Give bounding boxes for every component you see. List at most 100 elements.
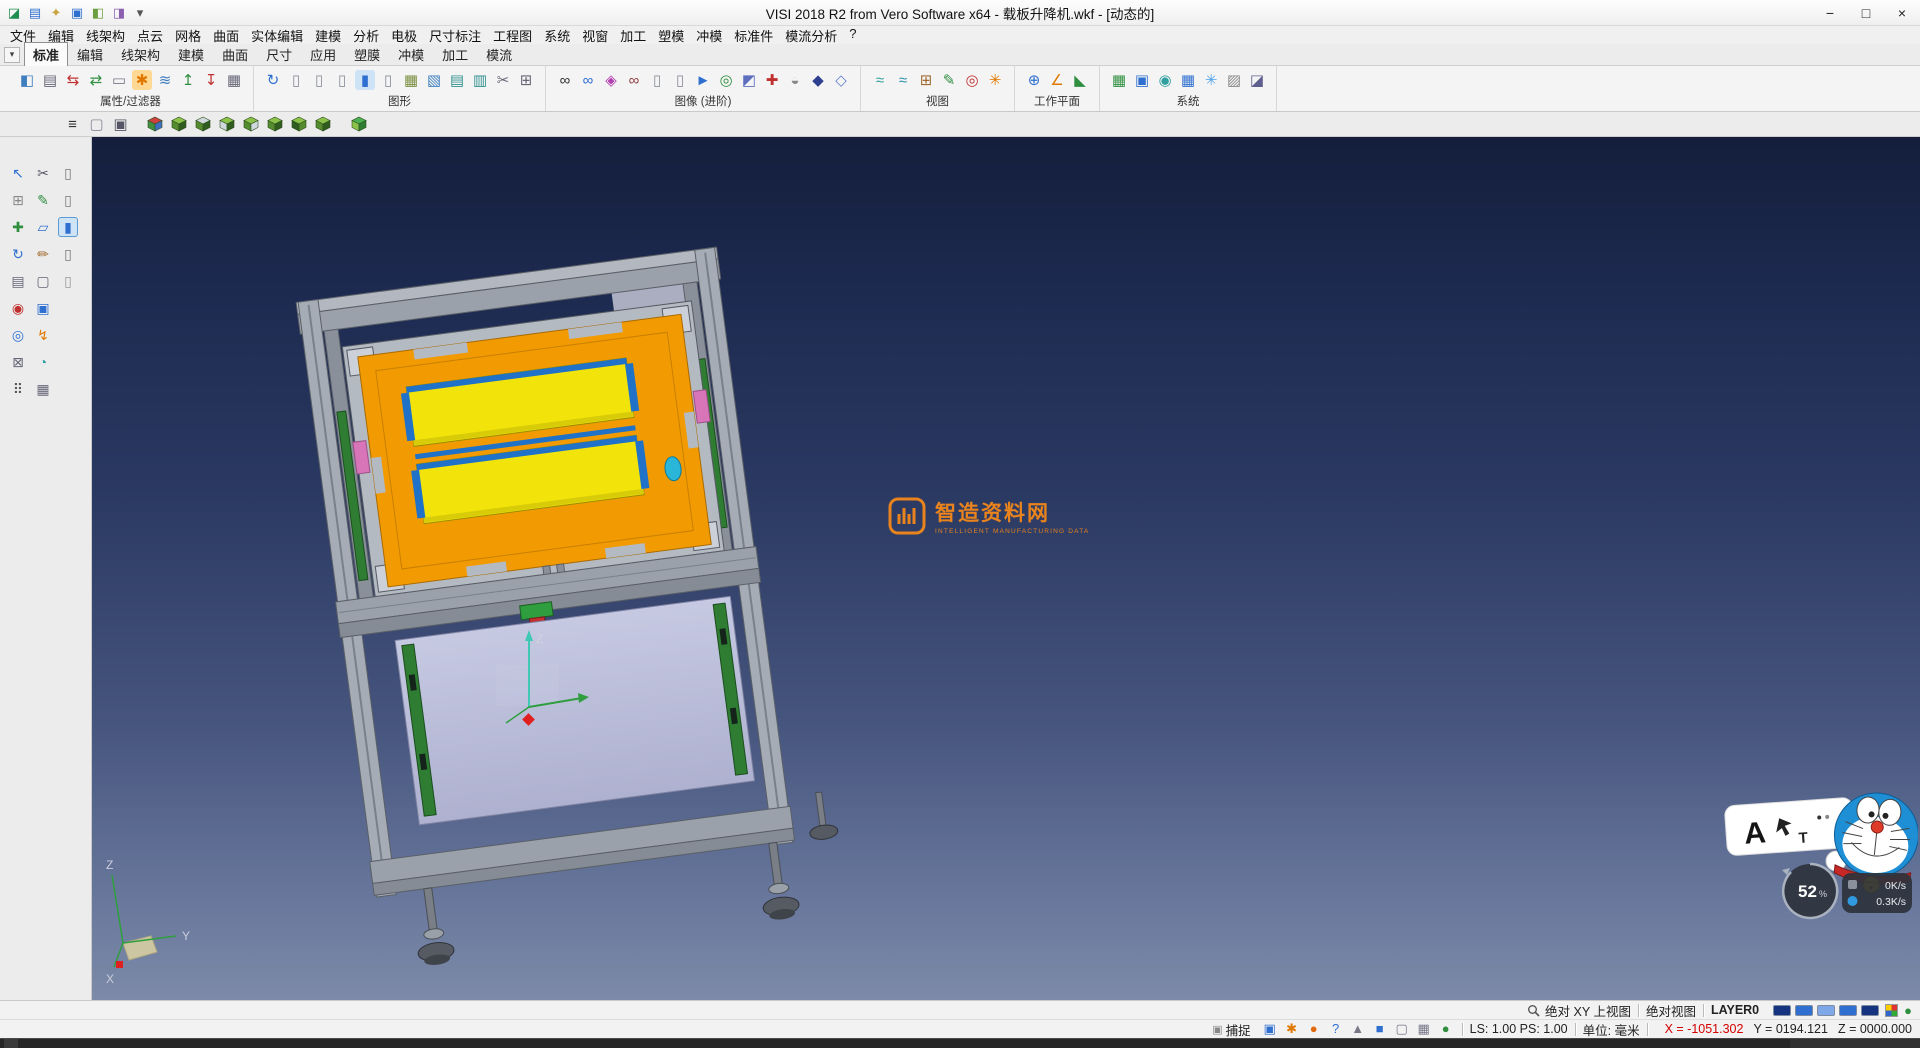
toolbar-icon[interactable]: ✳ [985, 70, 1005, 90]
toolbar-icon[interactable]: ⇄ [86, 70, 106, 90]
ribbon-tab[interactable]: 曲面 [213, 42, 257, 67]
ribbon-tab[interactable]: 编辑 [68, 42, 112, 67]
taskbar-tray-hint[interactable] [1790, 1039, 1920, 1048]
toolbar-icon[interactable]: ▥ [470, 70, 490, 90]
ribbon-tab[interactable]: 建模 [169, 42, 213, 67]
color-swatch[interactable] [1773, 1005, 1791, 1016]
toolbar-icon[interactable]: ⊕ [1024, 70, 1044, 90]
layer-label[interactable]: LAYER0 [1711, 1003, 1759, 1017]
quick-access-icon[interactable]: ◧ [90, 6, 106, 19]
toolbar-icon[interactable]: ◇ [831, 70, 851, 90]
maximize-button[interactable]: □ [1848, 0, 1884, 25]
toolbar-icon[interactable]: ✚ [762, 70, 782, 90]
status-icon[interactable]: ▲ [1349, 1021, 1367, 1037]
taskbar-start-hint[interactable] [4, 1039, 18, 1048]
color-swatch[interactable] [1817, 1005, 1835, 1016]
taskbar-sliver[interactable] [0, 1038, 1920, 1048]
status-icon[interactable]: ▢ [1393, 1021, 1411, 1037]
side-tool-icon[interactable]: ◔ [33, 352, 53, 372]
toolbar-icon[interactable]: ≈ [893, 70, 913, 90]
toolbar-icon[interactable]: ▦ [224, 70, 244, 90]
toolbar-icon[interactable]: ≋ [155, 70, 175, 90]
ribbon-tab[interactable]: 线架构 [112, 42, 169, 67]
side-tool-icon[interactable]: ⊞ [8, 190, 28, 210]
toolbar-icon[interactable]: ▨ [1224, 70, 1244, 90]
side-tool-icon[interactable]: ↯ [33, 325, 53, 345]
menu-item[interactable]: 标准件 [728, 25, 779, 46]
view-cube-icon[interactable] [216, 114, 237, 135]
side-tool-icon[interactable]: ▢ [33, 271, 53, 291]
side-tool-icon[interactable]: ⠿ [8, 379, 28, 399]
ribbon-tab[interactable]: 标准 [24, 42, 68, 67]
status-icon[interactable]: ✱ [1283, 1021, 1301, 1037]
view-mode-label[interactable]: 绝对 XY 上视图 [1545, 1001, 1631, 1020]
ribbon-tab[interactable]: 塑膜 [345, 42, 389, 67]
menu-item[interactable]: 加工 [614, 25, 652, 46]
toolbar-icon[interactable]: ▯ [286, 70, 306, 90]
toolbar-icon[interactable]: ◉ [1155, 70, 1175, 90]
toolbar-icon[interactable]: ▯ [670, 70, 690, 90]
quick-access-icon[interactable]: ◪ [6, 6, 22, 19]
toolbar-icon[interactable]: ∞ [578, 70, 598, 90]
toolbar-icon[interactable]: ⊞ [516, 70, 536, 90]
ribbon-tab[interactable]: 模流 [477, 42, 521, 67]
toolbar-icon[interactable]: ✎ [939, 70, 959, 90]
ribbon-tab[interactable]: 尺寸 [257, 42, 301, 67]
color-swatch[interactable] [1795, 1005, 1813, 1016]
toolbar-icon[interactable]: ↥ [178, 70, 198, 90]
view-cube-icon[interactable] [288, 114, 309, 135]
status-icon[interactable]: ● [1437, 1021, 1455, 1037]
color-swatch[interactable] [1861, 1005, 1879, 1016]
toolbar-icon[interactable]: ◎ [962, 70, 982, 90]
menu-item[interactable]: 塑模 [652, 25, 690, 46]
menu-item[interactable]: 模流分析 [779, 25, 843, 46]
toolbar-icon[interactable]: ▯ [378, 70, 398, 90]
toolbar-icon[interactable]: ▭ [109, 70, 129, 90]
side-tool-icon[interactable]: ▮ [58, 217, 78, 237]
toolbar-icon[interactable]: ◧ [17, 70, 37, 90]
quick-access-icon[interactable]: ▤ [27, 6, 43, 19]
side-tool-icon[interactable]: ↻ [8, 244, 28, 264]
toolbar-icon[interactable]: ◒ [785, 70, 805, 90]
toolbar-icon[interactable]: ◪ [1247, 70, 1267, 90]
absolute-view-label[interactable]: 绝对视图 [1646, 1001, 1696, 1020]
side-tool-icon[interactable]: ▯ [58, 190, 78, 210]
toolbar-icon[interactable]: ∞ [555, 70, 575, 90]
side-tool-icon[interactable]: ✏ [33, 244, 53, 264]
view-cube-icon[interactable] [144, 114, 165, 135]
toolbar-icon[interactable]: ⊞ [916, 70, 936, 90]
search-icon[interactable] [1527, 1004, 1540, 1017]
side-tool-icon[interactable]: ▦ [33, 379, 53, 399]
status-icon[interactable]: ▦ [1415, 1021, 1433, 1037]
menu-item[interactable]: ? [843, 25, 862, 46]
toolbar-icon[interactable]: ▧ [424, 70, 444, 90]
side-tool-icon[interactable]: ▱ [33, 217, 53, 237]
minimize-button[interactable]: − [1812, 0, 1848, 25]
status-icon[interactable]: ▣ [1261, 1021, 1279, 1037]
toolbar-icon[interactable]: ≈ [870, 70, 890, 90]
side-tool-icon[interactable]: ◎ [8, 325, 28, 345]
view-toolbar-icon[interactable]: ▣ [110, 114, 131, 135]
side-tool-icon[interactable]: ◉ [8, 298, 28, 318]
view-cube-icon[interactable] [312, 114, 333, 135]
toolbar-icon[interactable]: ▣ [1132, 70, 1152, 90]
view-toolbar-icon[interactable]: ≡ [62, 114, 83, 135]
ribbon-tab[interactable]: 应用 [301, 42, 345, 67]
side-tool-icon[interactable]: ▤ [8, 271, 28, 291]
toolbar-icon[interactable]: ► [693, 70, 713, 90]
side-tool-icon[interactable]: ▯ [58, 271, 78, 291]
toolbar-icon[interactable]: ▦ [401, 70, 421, 90]
status-icon[interactable]: ■ [1371, 1021, 1389, 1037]
status-orb-icon[interactable]: ● [1904, 1003, 1912, 1018]
menu-item[interactable]: 视窗 [576, 25, 614, 46]
net-monitor-widget[interactable]: A T [1718, 779, 1918, 924]
toolbar-icon[interactable]: ↧ [201, 70, 221, 90]
view-cube-icon[interactable] [348, 114, 369, 135]
quick-access-icon[interactable]: ◨ [111, 6, 127, 19]
quick-access-icon[interactable]: ✦ [48, 6, 64, 19]
toolbar-icon[interactable]: ◎ [716, 70, 736, 90]
side-tool-icon[interactable]: ▯ [58, 163, 78, 183]
toolbar-icon[interactable]: ▯ [647, 70, 667, 90]
toolbar-icon[interactable]: ◣ [1070, 70, 1090, 90]
menu-item[interactable]: 系统 [538, 25, 576, 46]
